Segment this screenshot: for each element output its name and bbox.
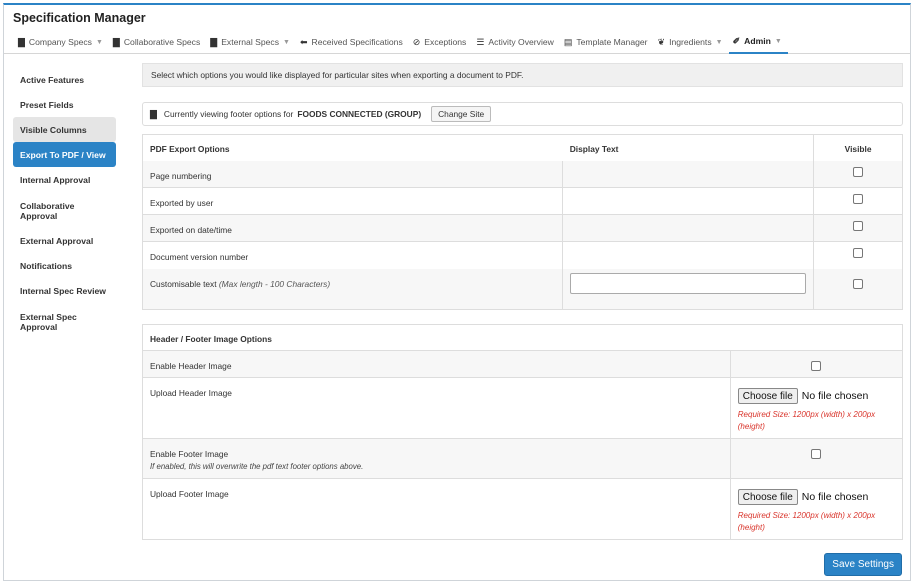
nav-item-label: Company Specs — [28, 37, 92, 47]
sidebar-item-internal-spec-review[interactable]: Internal Spec Review — [13, 278, 116, 303]
sidebar-item-export-to-pdf-view[interactable]: Export To PDF / View — [13, 142, 116, 167]
nav-item-template-manager[interactable]: ▤ Template Manager — [560, 31, 654, 54]
footer-choose-file-button[interactable]: Choose file — [737, 489, 798, 505]
header-required-size: Required Size: 1200px (width) x 200px (h… — [737, 410, 876, 431]
change-site-button[interactable]: Change Site — [431, 106, 492, 122]
caret-down-icon: ▼ — [774, 37, 782, 45]
sidebar-item-notifications[interactable]: Notifications — [13, 253, 116, 278]
enable-footer-label: Enable Footer Image — [150, 449, 229, 459]
building-icon: ▇ — [112, 36, 120, 47]
image-options-table: Header / Footer Image Options Enable Hea… — [142, 324, 903, 540]
pdf-export-table: PDF Export Options Display Text Visible … — [142, 134, 903, 310]
custom-text-label: Customisable text (Max length - 100 Char… — [142, 268, 563, 310]
table-row: Exported by user — [142, 187, 903, 215]
nav-item-external-specs[interactable]: ▇ External Specs ▼ — [206, 31, 296, 54]
nav-item-exceptions[interactable]: ⊘ Exceptions — [409, 31, 473, 54]
enable-header-label: Enable Header Image — [142, 350, 731, 378]
option-label: Exported by user — [142, 187, 563, 215]
template-icon: ▤ — [563, 36, 573, 47]
option-label: Page numbering — [142, 160, 563, 188]
app-title: Specification Manager — [13, 11, 146, 25]
sidebar-item-external-spec-approval[interactable]: External Spec Approval — [13, 303, 116, 339]
nav-item-company-specs[interactable]: ▇ Company Specs ▼ — [14, 31, 109, 54]
check-circle-icon: ⊘ — [412, 36, 421, 47]
nav-item-label: Template Manager — [576, 37, 648, 47]
footer-file-status: No file chosen — [801, 491, 869, 503]
nav-item-label: Activity Overview — [488, 37, 554, 47]
visible-checkbox[interactable] — [853, 166, 864, 177]
site-selector: ▇ Currently viewing footer options for F… — [142, 102, 903, 126]
main-content: Select which options you would like disp… — [142, 63, 903, 540]
enable-footer-checkbox[interactable] — [811, 449, 822, 459]
nav-item-label: Received Specifications — [311, 37, 403, 47]
sidebar-item-internal-approval[interactable]: Internal Approval — [13, 167, 116, 192]
nav-item-label: Ingredients — [669, 37, 712, 47]
footer-hint: If enabled, this will overwrite the pdf … — [150, 462, 364, 471]
visible-checkbox[interactable] — [853, 248, 864, 258]
visible-checkbox[interactable] — [853, 221, 864, 231]
wrench-icon: ✐ — [732, 35, 741, 46]
building-icon: ▇ — [210, 36, 218, 47]
header-file-status: No file chosen — [801, 390, 869, 402]
col-header-display: Display Text — [569, 144, 619, 154]
custom-text-input[interactable] — [570, 272, 807, 294]
sidebar: Active Features Preset Fields Visible Colu… — [13, 67, 116, 339]
table-row: Exported on date/time — [142, 214, 903, 242]
visible-checkbox[interactable] — [853, 194, 864, 204]
site-prefix: Currently viewing footer options for — [163, 109, 294, 119]
sidebar-item-preset-fields[interactable]: Preset Fields — [13, 92, 116, 117]
nav-item-collaborative-specs[interactable]: ▇ Collaborative Specs — [109, 31, 206, 54]
table-row: Document version number — [142, 241, 903, 269]
upload-footer-label: Upload Footer Image — [142, 478, 731, 540]
col-header-visible: Visible — [813, 134, 903, 161]
server-icon: ☰ — [476, 36, 485, 47]
custom-text-checkbox[interactable] — [853, 278, 864, 289]
table-row: Page numbering — [142, 160, 903, 188]
building-icon: ▇ — [18, 36, 25, 47]
nav-item-activity-overview[interactable]: ☰ Activity Overview — [472, 31, 560, 54]
arrow-left-icon: ⬅ — [299, 36, 308, 47]
sidebar-item-visible-columns[interactable]: Visible Columns — [13, 117, 116, 142]
caret-down-icon: ▼ — [715, 38, 723, 46]
nav-item-ingredients[interactable]: ❦ Ingredients ▼ — [654, 31, 729, 54]
building-icon: ▇ — [150, 108, 157, 119]
nav-item-label: External Specs — [221, 37, 280, 47]
nav-item-admin[interactable]: ✐ Admin ▼ — [728, 31, 788, 54]
footer-required-size: Required Size: 1200px (width) x 200px (h… — [737, 511, 876, 532]
image-options-header: Header / Footer Image Options — [150, 334, 272, 344]
save-settings-button[interactable]: Save Settings — [824, 553, 902, 576]
nav-item-label: Admin — [744, 36, 771, 46]
sidebar-item-collaborative-approval[interactable]: Collaborative Approval — [13, 192, 116, 228]
top-nav: ▇ Company Specs ▼ ▇ Collaborative Specs ▇ Exte… — [4, 31, 910, 54]
option-label: Exported on date/time — [142, 214, 563, 242]
nav-item-received-specifications[interactable]: ⬅ Received Specifications — [296, 31, 409, 54]
header-choose-file-button[interactable]: Choose file — [737, 388, 798, 404]
sidebar-item-active-features[interactable]: Active Features — [13, 67, 116, 92]
enable-header-checkbox[interactable] — [811, 361, 822, 371]
site-name: FOODS CONNECTED (GROUP) — [297, 109, 422, 119]
upload-header-label: Upload Header Image — [142, 377, 731, 439]
caret-down-icon: ▼ — [283, 38, 290, 46]
nav-item-label: Collaborative Specs — [123, 37, 201, 47]
leaf-icon: ❦ — [657, 36, 666, 47]
col-header-option: PDF Export Options — [150, 144, 230, 154]
caret-down-icon: ▼ — [95, 38, 103, 46]
nav-item-label: Exceptions — [424, 37, 467, 47]
custom-text-hint: (Max length - 100 Characters) — [218, 278, 331, 289]
intro-text: Select which options you would like disp… — [142, 63, 903, 87]
option-label: Document version number — [142, 241, 563, 269]
app-window: Specification Manager ▇ Company Specs ▼ ▇ Co… — [3, 3, 911, 581]
sidebar-item-external-approval[interactable]: External Approval — [13, 228, 116, 253]
